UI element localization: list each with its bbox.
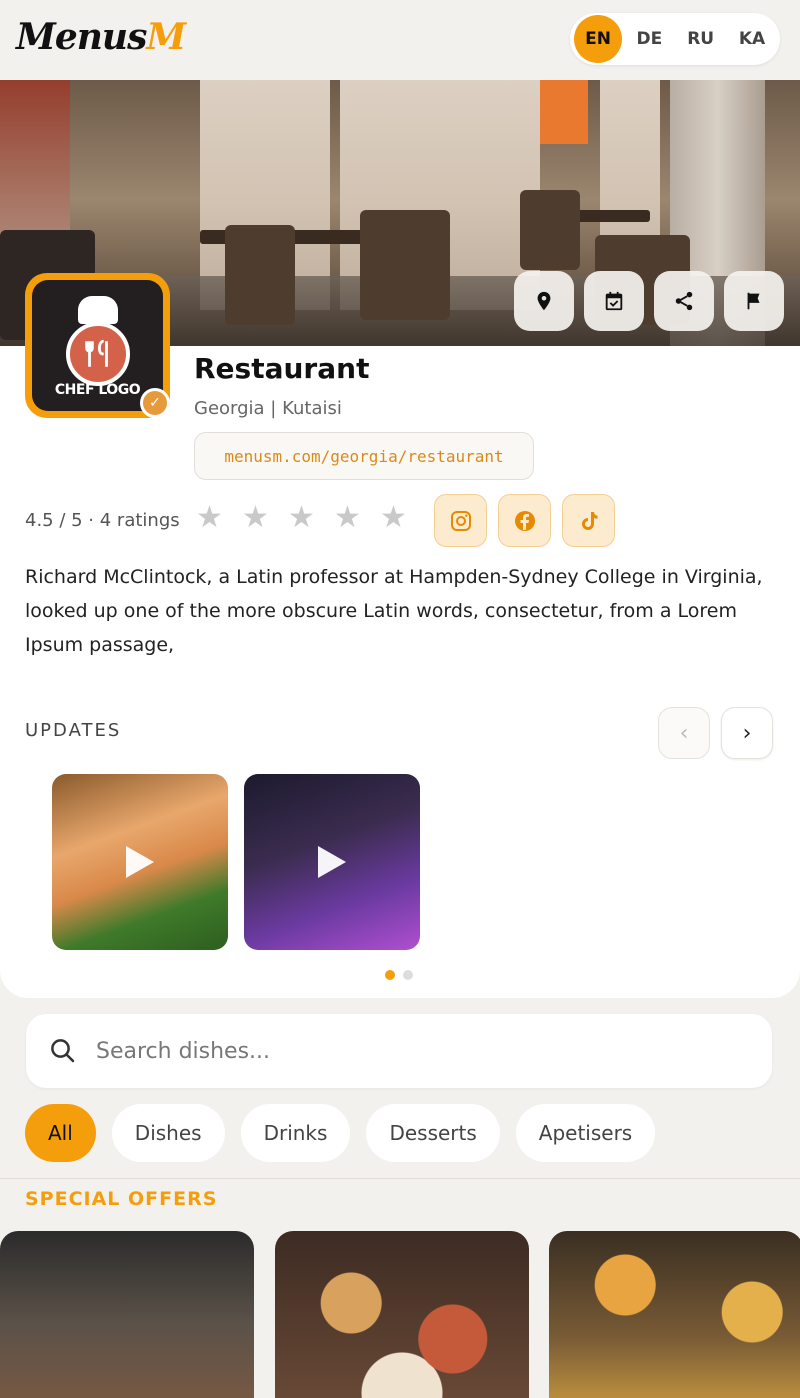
section-divider [0,1178,800,1179]
star-icon[interactable]: ★ [288,502,320,534]
pagination-dot-active[interactable] [385,970,395,980]
updates-prev-button[interactable]: ‹ [658,707,710,759]
special-offers-heading: SPECIAL OFFERS [25,1188,218,1210]
special-offer-card[interactable] [0,1231,254,1398]
lang-ka-button[interactable]: KA [728,15,776,63]
restaurant-name: Restaurant [194,352,370,385]
play-icon [126,846,154,878]
app-header: MenusM EN DE RU KA [0,0,800,80]
chef-hat-icon [78,296,118,324]
calendar-icon [605,291,623,311]
filter-chip-apetisers[interactable]: Apetisers [515,1104,656,1162]
share-button[interactable] [654,271,714,331]
update-story-card[interactable] [244,774,420,950]
restaurant-location: Georgia | Kutaisi [194,398,342,419]
lang-ru-button[interactable]: RU [677,15,725,63]
star-icon[interactable]: ★ [334,502,366,534]
updates-pagination [385,970,413,980]
social-links [434,494,615,547]
star-icon[interactable]: ★ [380,502,412,534]
play-icon [318,846,346,878]
search-input[interactable] [96,1038,696,1064]
special-offer-card[interactable] [275,1231,529,1398]
restaurant-url: menusm.com/georgia/restaurant [224,446,504,466]
hero-action-bar [514,271,784,331]
restaurant-profile-card: CHEF LOGO ✓ Restaurant Georgia | Kutaisi… [0,273,800,998]
category-filters: All Dishes Drinks Desserts Apetisers [25,1104,656,1162]
restaurant-url-button[interactable]: menusm.com/georgia/restaurant [194,432,534,480]
pagination-dot[interactable] [403,970,413,980]
location-button[interactable] [514,271,574,331]
restaurant-description: Richard McClintock, a Latin professor at… [25,566,763,656]
star-icon[interactable]: ★ [242,502,274,534]
lang-en-button[interactable]: EN [574,15,622,63]
star-rating[interactable]: ★ ★ ★ ★ ★ [196,502,412,534]
instagram-icon [450,510,471,531]
verified-badge-icon: ✓ [140,388,170,418]
flag-icon [747,292,760,310]
lang-de-button[interactable]: DE [625,15,673,63]
instagram-button[interactable] [434,494,487,547]
facebook-button[interactable] [498,494,551,547]
language-switcher: EN DE RU KA [570,13,780,65]
dish-search-bar[interactable] [26,1014,772,1088]
reserve-button[interactable] [584,271,644,331]
star-icon[interactable]: ★ [196,502,228,534]
filter-chip-desserts[interactable]: Desserts [366,1104,500,1162]
facebook-icon [514,510,535,531]
report-button[interactable] [724,271,784,331]
menusm-logo[interactable]: MenusM [16,16,186,58]
tiktok-button[interactable] [562,494,615,547]
rating-summary: 4.5 / 5 · 4 ratings [25,510,180,531]
filter-chip-dishes[interactable]: Dishes [111,1104,225,1162]
updates-next-button[interactable]: › [721,707,773,759]
special-offer-card[interactable] [549,1231,800,1398]
search-icon [51,1039,75,1063]
map-pin-icon [537,291,551,311]
tiktok-icon [581,511,597,530]
restaurant-logo: CHEF LOGO ✓ [25,273,170,418]
update-story-card[interactable] [52,774,228,950]
filter-chip-drinks[interactable]: Drinks [240,1104,351,1162]
cutlery-icon [66,322,130,386]
share-icon [675,291,693,311]
filter-chip-all[interactable]: All [25,1104,96,1162]
updates-heading: UPDATES [25,720,122,741]
